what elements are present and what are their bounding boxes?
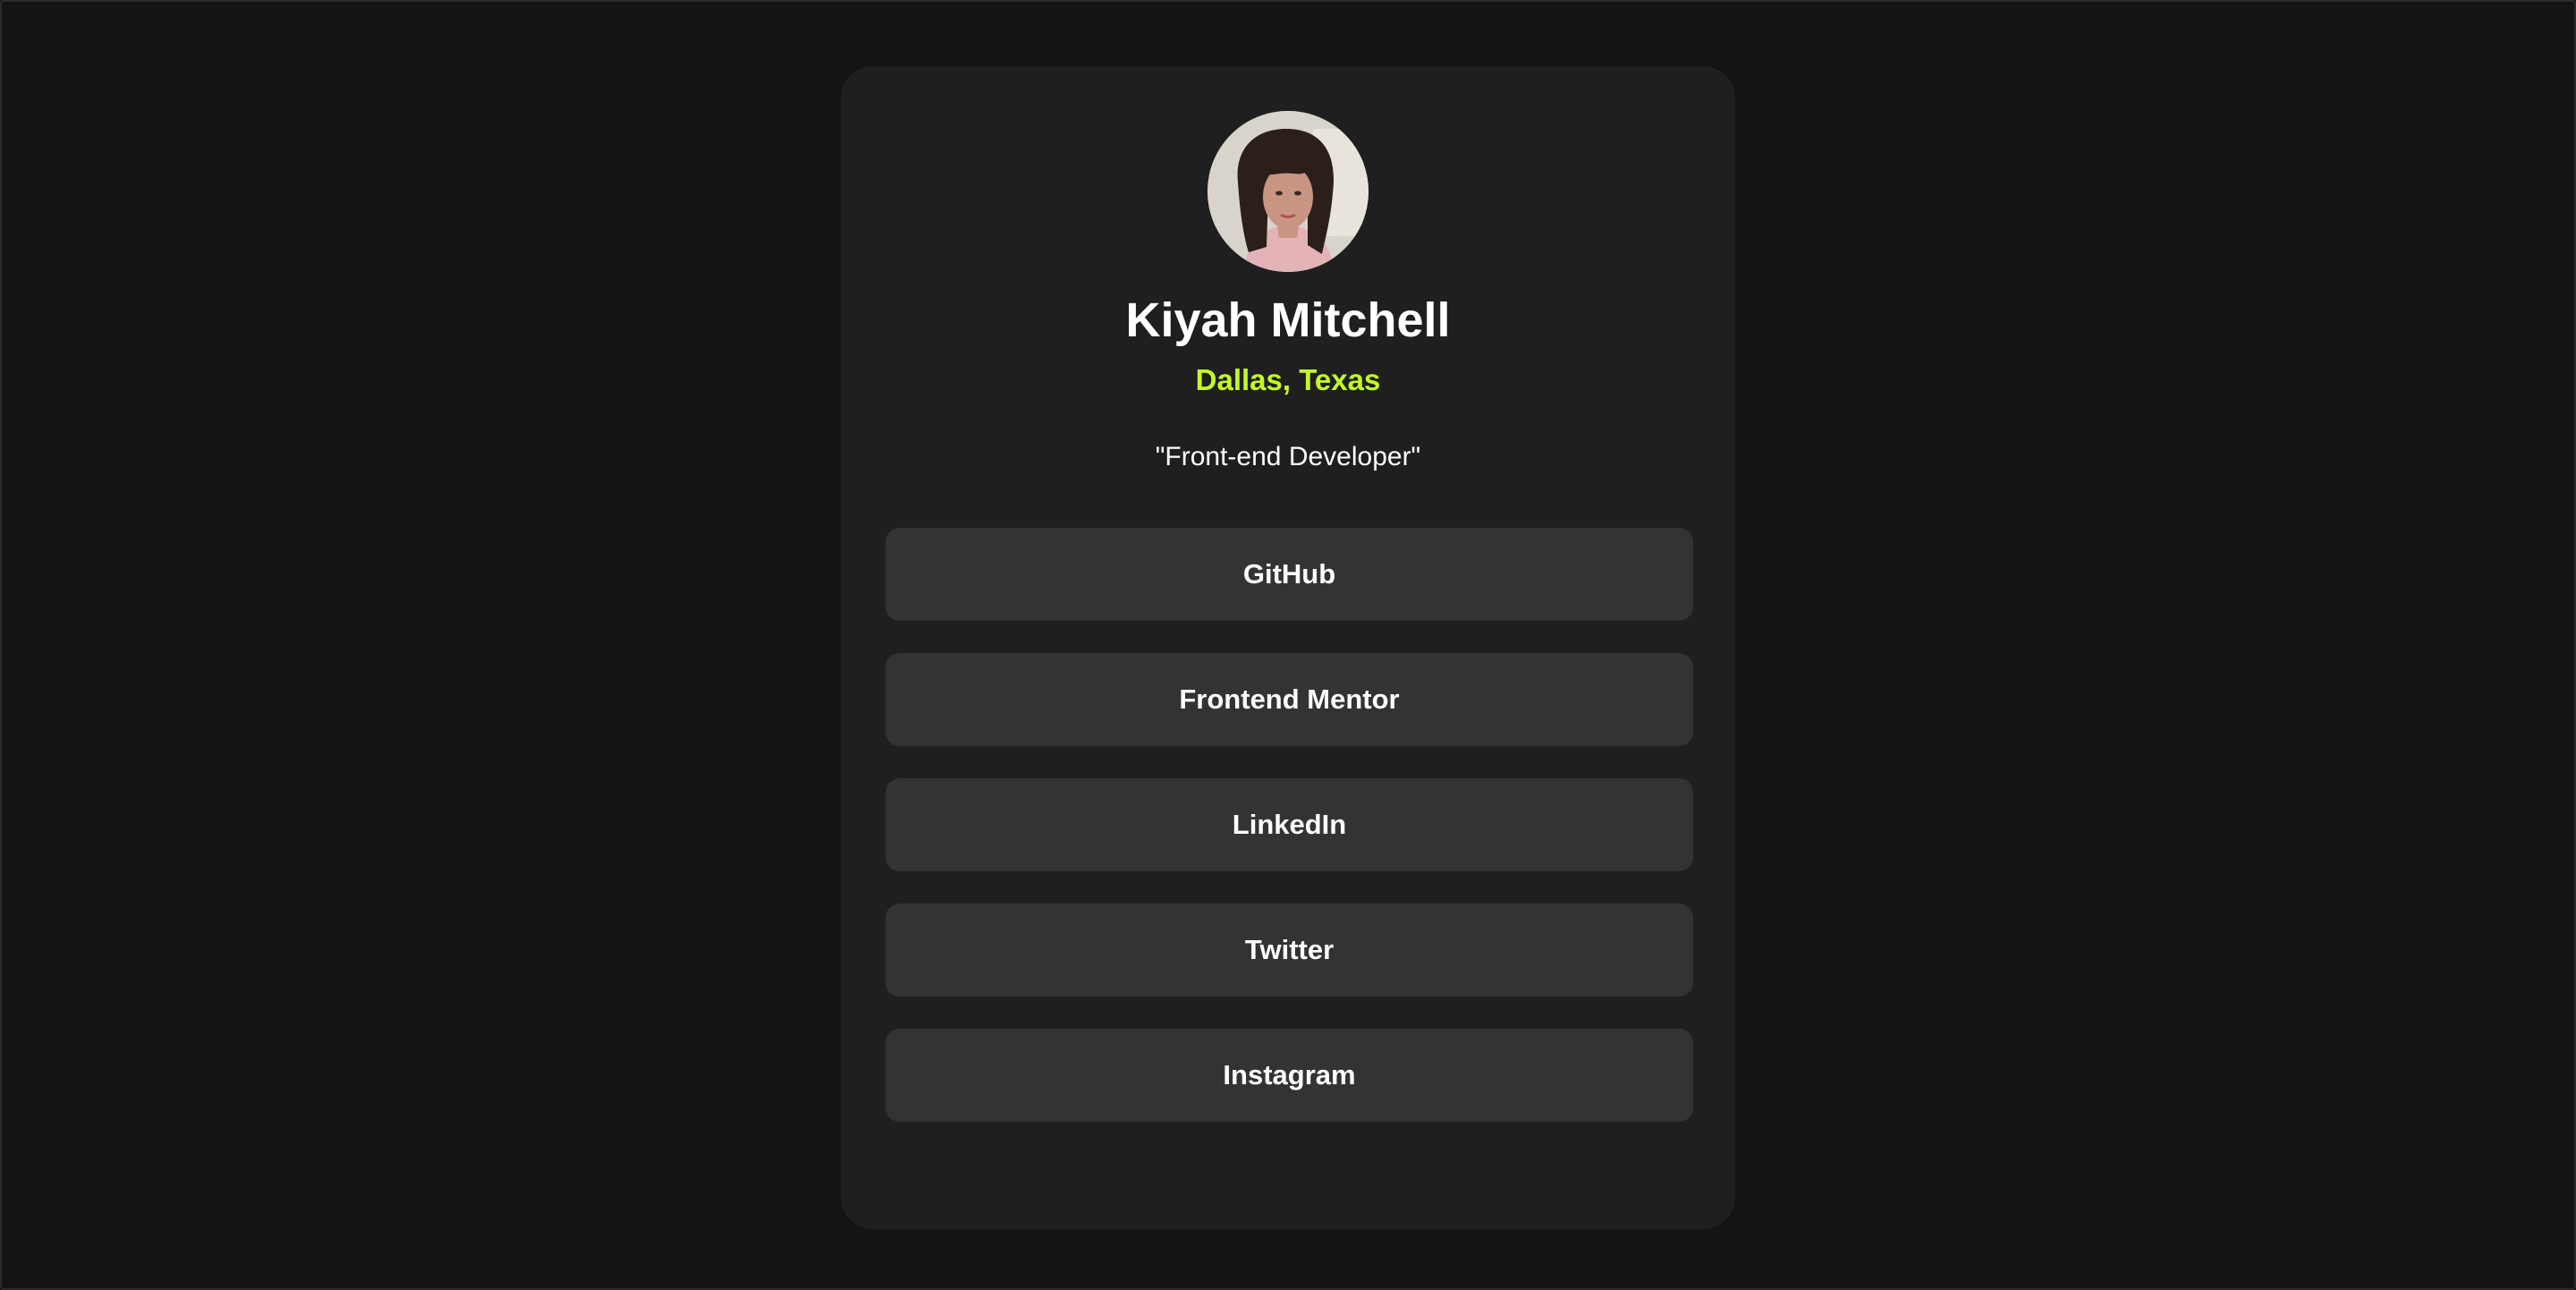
list-item: Twitter xyxy=(886,904,1693,997)
profile-location: Dallas, Texas xyxy=(1195,363,1381,396)
twitter-link-button[interactable]: Twitter xyxy=(886,904,1693,997)
profile-card: Kiyah Mitchell Dallas, Texas "Front-end … xyxy=(841,66,1735,1229)
list-item: GitHub xyxy=(886,528,1693,621)
github-link-button[interactable]: GitHub xyxy=(886,528,1693,621)
instagram-link-button[interactable]: Instagram xyxy=(886,1029,1693,1122)
linkedin-link-button[interactable]: LinkedIn xyxy=(886,778,1693,871)
social-links-list: GitHub Frontend Mentor LinkedIn Twitter … xyxy=(886,528,1693,1154)
list-item: LinkedIn xyxy=(886,778,1693,871)
profile-name: Kiyah Mitchell xyxy=(1125,293,1451,347)
frontend-mentor-link-button[interactable]: Frontend Mentor xyxy=(886,653,1693,746)
list-item: Frontend Mentor xyxy=(886,653,1693,746)
profile-avatar xyxy=(1208,111,1368,272)
profile-bio: "Front-end Developer" xyxy=(1155,442,1421,471)
list-item: Instagram xyxy=(886,1029,1693,1122)
avatar-photo xyxy=(1208,111,1368,272)
